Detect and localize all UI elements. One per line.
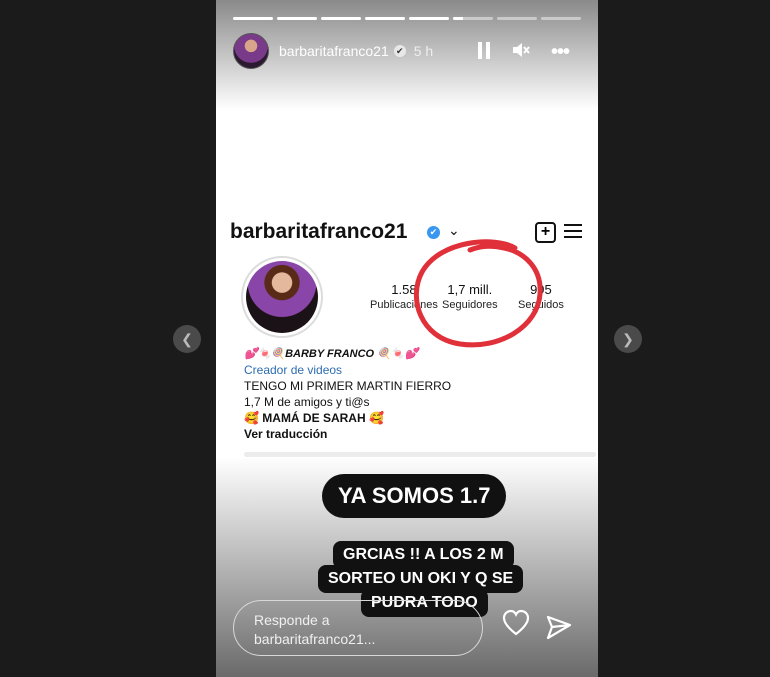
prev-story-button[interactable]: ❮ xyxy=(173,325,201,353)
progress-fill xyxy=(453,17,463,20)
story-username[interactable]: barbaritafranco21 xyxy=(279,43,389,59)
menu-icon xyxy=(564,224,582,238)
progress-segment xyxy=(409,17,449,20)
progress-fill xyxy=(365,17,405,20)
more-options-icon[interactable]: ••• xyxy=(551,41,570,64)
translate-link: Ver traducción xyxy=(244,427,328,441)
bio-line: TENGO MI PRIMER MARTIN FIERRO xyxy=(244,379,452,393)
profile-bio: 💕🍬🍭BARBY FRANCO 🍭🍬💕 Creador de videos TE… xyxy=(244,346,564,442)
progress-segment xyxy=(365,17,405,20)
reply-placeholder: barbaritafranco21... xyxy=(254,631,376,647)
story-caption-main: YA SOMOS 1.7 xyxy=(322,474,507,518)
progress-segment xyxy=(497,17,537,20)
reply-placeholder: Responde a xyxy=(254,612,330,628)
mute-icon[interactable] xyxy=(511,41,531,59)
verified-icon: ✔ xyxy=(393,45,406,57)
progress-segment xyxy=(233,17,273,20)
progress-segment xyxy=(277,17,317,20)
bio-role: Creador de videos xyxy=(244,363,343,377)
progress-fill xyxy=(321,17,361,20)
profile-avatar xyxy=(241,256,323,338)
progress-segment xyxy=(453,17,493,20)
progress-fill xyxy=(233,17,273,20)
bio-line: 1,7 M de amigos y ti@s xyxy=(244,395,370,409)
profile-username: barbaritafranco21 xyxy=(230,220,408,243)
progress-segment xyxy=(541,17,581,20)
story-progress xyxy=(233,17,581,20)
reply-input[interactable]: Responde a barbaritafranco21... xyxy=(233,600,483,656)
next-story-button[interactable]: ❯ xyxy=(614,325,642,353)
bio-name: 💕🍬🍭BARBY FRANCO 🍭🍬💕 xyxy=(244,348,419,360)
story-header: barbaritafranco21 ✔ 5 h ••• xyxy=(233,33,581,69)
red-circle-annotation xyxy=(413,239,543,348)
send-icon[interactable] xyxy=(545,613,573,641)
pause-icon[interactable] xyxy=(478,42,490,59)
avatar[interactable] xyxy=(233,33,269,69)
progress-fill xyxy=(277,17,317,20)
progress-fill xyxy=(409,17,449,20)
story-time: 5 h xyxy=(413,43,434,59)
heart-icon[interactable] xyxy=(501,608,531,638)
bio-line: 🥰 MAMÁ DE SARAH 🥰 xyxy=(244,411,384,425)
story-viewer: barbaritafranco21 ✔ 5 h ••• barbaritafra… xyxy=(216,0,598,677)
profile-screenshot: barbaritafranco21 ✔ ⌄ + 1.58 Publicacion… xyxy=(230,212,596,458)
progress-segment xyxy=(321,17,361,20)
